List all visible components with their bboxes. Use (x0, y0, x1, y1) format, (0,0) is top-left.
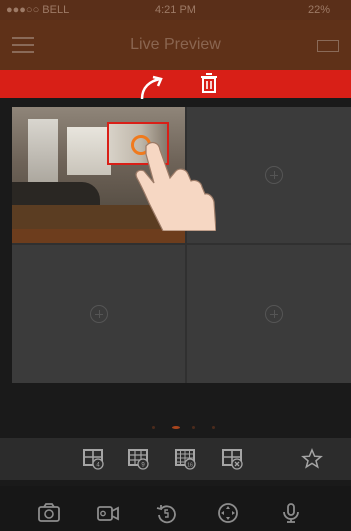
add-camera-icon[interactable] (265, 305, 283, 323)
hand-pointer-icon (135, 141, 216, 231)
preview-cell-3[interactable] (12, 245, 185, 383)
navigation-bar: Live Preview (0, 20, 351, 70)
joystick-icon[interactable] (216, 501, 240, 525)
battery-percent: 22% (308, 4, 331, 16)
arrow-up-icon (140, 75, 163, 100)
camera-icon[interactable] (37, 501, 61, 525)
bottom-controls (0, 486, 351, 531)
page-title: Live Preview (130, 36, 221, 53)
grid-9-icon[interactable]: 9 (126, 447, 150, 471)
add-camera-icon[interactable] (265, 166, 283, 184)
video-icon[interactable] (96, 501, 120, 525)
grid-16-label: 16 (187, 463, 193, 469)
layout-icon[interactable] (317, 40, 339, 52)
delete-drop-zone[interactable] (0, 70, 351, 98)
page-indicator (152, 426, 222, 434)
preview-cell-4[interactable] (187, 245, 351, 383)
close-grid-icon[interactable] (220, 447, 244, 471)
star-icon[interactable] (300, 447, 324, 471)
grid-16-icon[interactable]: 16 (173, 447, 197, 471)
trash-icon[interactable] (199, 72, 219, 94)
layout-toolbar: 4 9 16 (0, 438, 351, 480)
replay-icon[interactable] (155, 501, 179, 525)
grid-4-icon[interactable]: 4 (81, 447, 105, 471)
microphone-icon[interactable] (279, 501, 303, 525)
time: 4:21 PM (155, 4, 196, 16)
carrier: ●●●○○ BELL (6, 4, 70, 16)
status-bar: ●●●○○ BELL 4:21 PM 22% (0, 0, 351, 20)
add-camera-icon[interactable] (89, 305, 108, 323)
